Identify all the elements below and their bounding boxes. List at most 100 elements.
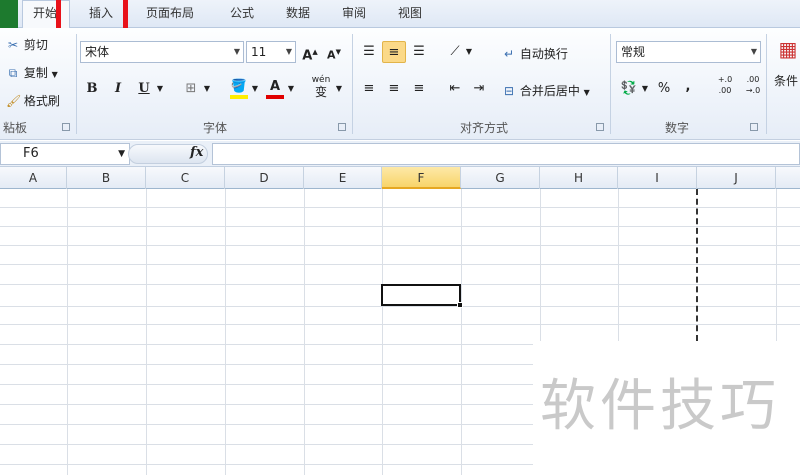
gridline xyxy=(0,324,800,325)
bold-button[interactable]: B xyxy=(82,78,102,100)
currency-dropdown-icon[interactable]: ▼ xyxy=(640,78,650,100)
cut-label: 剪切 xyxy=(23,38,48,52)
tab-page-layout[interactable]: 页面布局 xyxy=(146,4,194,26)
wrap-text-button[interactable]: ↵ 自动换行 xyxy=(502,45,568,62)
gridline xyxy=(0,226,800,227)
gridline xyxy=(0,207,800,208)
fill-color-icon[interactable]: 🪣 xyxy=(228,76,250,99)
column-header-f[interactable]: F xyxy=(382,167,461,189)
font-launcher-icon[interactable] xyxy=(338,123,346,131)
number-format-value: 常规 xyxy=(621,45,646,59)
phonetic-guide-label: wén xyxy=(311,75,331,85)
gridline xyxy=(67,189,68,475)
italic-button[interactable]: I xyxy=(108,78,128,100)
increase-decimal-icon[interactable]: +.0 .00 xyxy=(712,74,738,96)
tab-view[interactable]: 视图 xyxy=(398,4,422,26)
clipboard-launcher-icon[interactable] xyxy=(62,123,70,131)
formula-input[interactable] xyxy=(212,143,800,165)
column-header-g[interactable]: G xyxy=(461,167,540,189)
decrease-font-icon[interactable]: A▼ xyxy=(324,41,344,63)
font-size-value: 11 xyxy=(251,45,267,59)
group-separator xyxy=(610,34,611,134)
column-header-a[interactable]: A xyxy=(0,167,67,189)
copy-button[interactable]: ⧉ 复制 ▼ xyxy=(6,64,58,81)
gridline xyxy=(225,189,226,475)
tab-data[interactable]: 数据 xyxy=(286,4,310,26)
name-box[interactable]: F6 ▼ xyxy=(0,143,130,165)
borders-icon[interactable]: ⊞ xyxy=(180,78,202,100)
font-color-icon[interactable]: A xyxy=(264,76,286,99)
align-center-icon[interactable]: ≡ xyxy=(382,78,406,100)
align-top-icon[interactable]: ☰ xyxy=(358,41,380,63)
gridline xyxy=(304,189,305,475)
number-group-label: 数字 xyxy=(664,121,689,135)
conditional-formatting-icon[interactable]: ▦ xyxy=(776,38,800,70)
align-right-icon[interactable]: ≡ xyxy=(408,78,430,100)
increase-indent-icon[interactable]: ⇥ xyxy=(468,78,490,100)
phonetic-dropdown-icon[interactable]: ▼ xyxy=(334,78,344,100)
gridline xyxy=(0,306,800,307)
percent-button[interactable]: % xyxy=(656,78,672,100)
column-header-b[interactable]: B xyxy=(67,167,146,189)
gridline xyxy=(0,245,800,246)
cut-button[interactable]: ✂ 剪切 xyxy=(6,36,48,53)
number-format-combo[interactable]: 常规 ▼ xyxy=(616,41,761,63)
chevron-down-icon: ▼ xyxy=(750,47,757,56)
font-name-combo[interactable]: 宋体 ▼ xyxy=(80,41,244,63)
wrap-text-icon: ↵ xyxy=(503,47,515,61)
gridline xyxy=(146,189,147,475)
chevron-down-icon: ▼ xyxy=(285,47,292,56)
gridline xyxy=(382,189,383,475)
column-header-h[interactable]: H xyxy=(540,167,618,189)
underline-button[interactable]: U xyxy=(134,78,154,100)
increase-font-icon[interactable]: A▲ xyxy=(300,41,320,63)
align-middle-icon[interactable]: ≡ xyxy=(382,41,406,63)
align-left-icon[interactable]: ≡ xyxy=(358,78,380,100)
font-size-combo[interactable]: 11 ▼ xyxy=(246,41,296,63)
column-header-j[interactable]: J xyxy=(697,167,776,189)
merge-dropdown-icon[interactable]: ▼ xyxy=(584,88,590,97)
font-color-swatch xyxy=(266,95,284,99)
insert-function-icon[interactable]: fx xyxy=(190,145,203,160)
currency-icon[interactable]: 💱 xyxy=(618,78,640,100)
file-tab[interactable] xyxy=(0,0,18,28)
fill-handle[interactable] xyxy=(457,302,463,308)
column-header-e[interactable]: E xyxy=(304,167,382,189)
column-header-c[interactable]: C xyxy=(146,167,225,189)
fill-color-swatch xyxy=(230,95,248,99)
phonetic-guide-icon[interactable]: wén 变 xyxy=(308,74,334,98)
orientation-dropdown-icon[interactable]: ▼ xyxy=(464,41,474,63)
underline-dropdown-icon[interactable]: ▼ xyxy=(154,78,166,100)
copy-dropdown-icon[interactable]: ▼ xyxy=(52,70,58,79)
conditional-formatting-label[interactable]: 条件 xyxy=(774,72,798,89)
merge-center-button[interactable]: ⊟ 合并后居中 ▼ xyxy=(502,82,590,99)
format-painter-label: 格式刷 xyxy=(23,94,60,108)
number-launcher-icon[interactable] xyxy=(750,123,758,131)
chevron-down-icon: ▼ xyxy=(118,149,125,159)
wrap-text-label: 自动换行 xyxy=(519,47,568,61)
worksheet-grid[interactable]: 软件技巧 xyxy=(0,189,800,475)
column-headers: A B C D E F G H I J xyxy=(0,167,800,189)
column-header-i[interactable]: I xyxy=(618,167,697,189)
copy-icon: ⧉ xyxy=(8,66,18,80)
align-bottom-icon[interactable]: ☰ xyxy=(408,41,430,63)
alignment-launcher-icon[interactable] xyxy=(596,123,604,131)
merge-cells-icon: ⊟ xyxy=(503,84,515,98)
font-color-dropdown-icon[interactable]: ▼ xyxy=(286,78,296,100)
borders-dropdown-icon[interactable]: ▼ xyxy=(202,78,212,100)
decrease-indent-icon[interactable]: ⇤ xyxy=(444,78,466,100)
format-painter-button[interactable]: 🖌 格式刷 xyxy=(6,92,60,109)
paintbrush-icon: 🖌 xyxy=(6,94,22,108)
group-separator xyxy=(76,34,77,134)
column-header-d[interactable]: D xyxy=(225,167,304,189)
active-cell-f6[interactable] xyxy=(381,284,461,306)
cell-reference: F6 xyxy=(23,146,39,161)
tab-review[interactable]: 审阅 xyxy=(342,4,366,26)
ribbon-tab-bar: 开始 插入 页面布局 公式 数据 审阅 视图 xyxy=(0,0,800,42)
orientation-icon[interactable]: ⟋ xyxy=(444,41,466,63)
tab-formulas[interactable]: 公式 xyxy=(230,4,254,26)
copy-label: 复制 xyxy=(23,66,48,80)
fill-color-dropdown-icon[interactable]: ▼ xyxy=(250,78,260,100)
decrease-decimal-icon[interactable]: .00 →.0 xyxy=(740,74,766,96)
comma-button[interactable]: , xyxy=(680,76,696,98)
